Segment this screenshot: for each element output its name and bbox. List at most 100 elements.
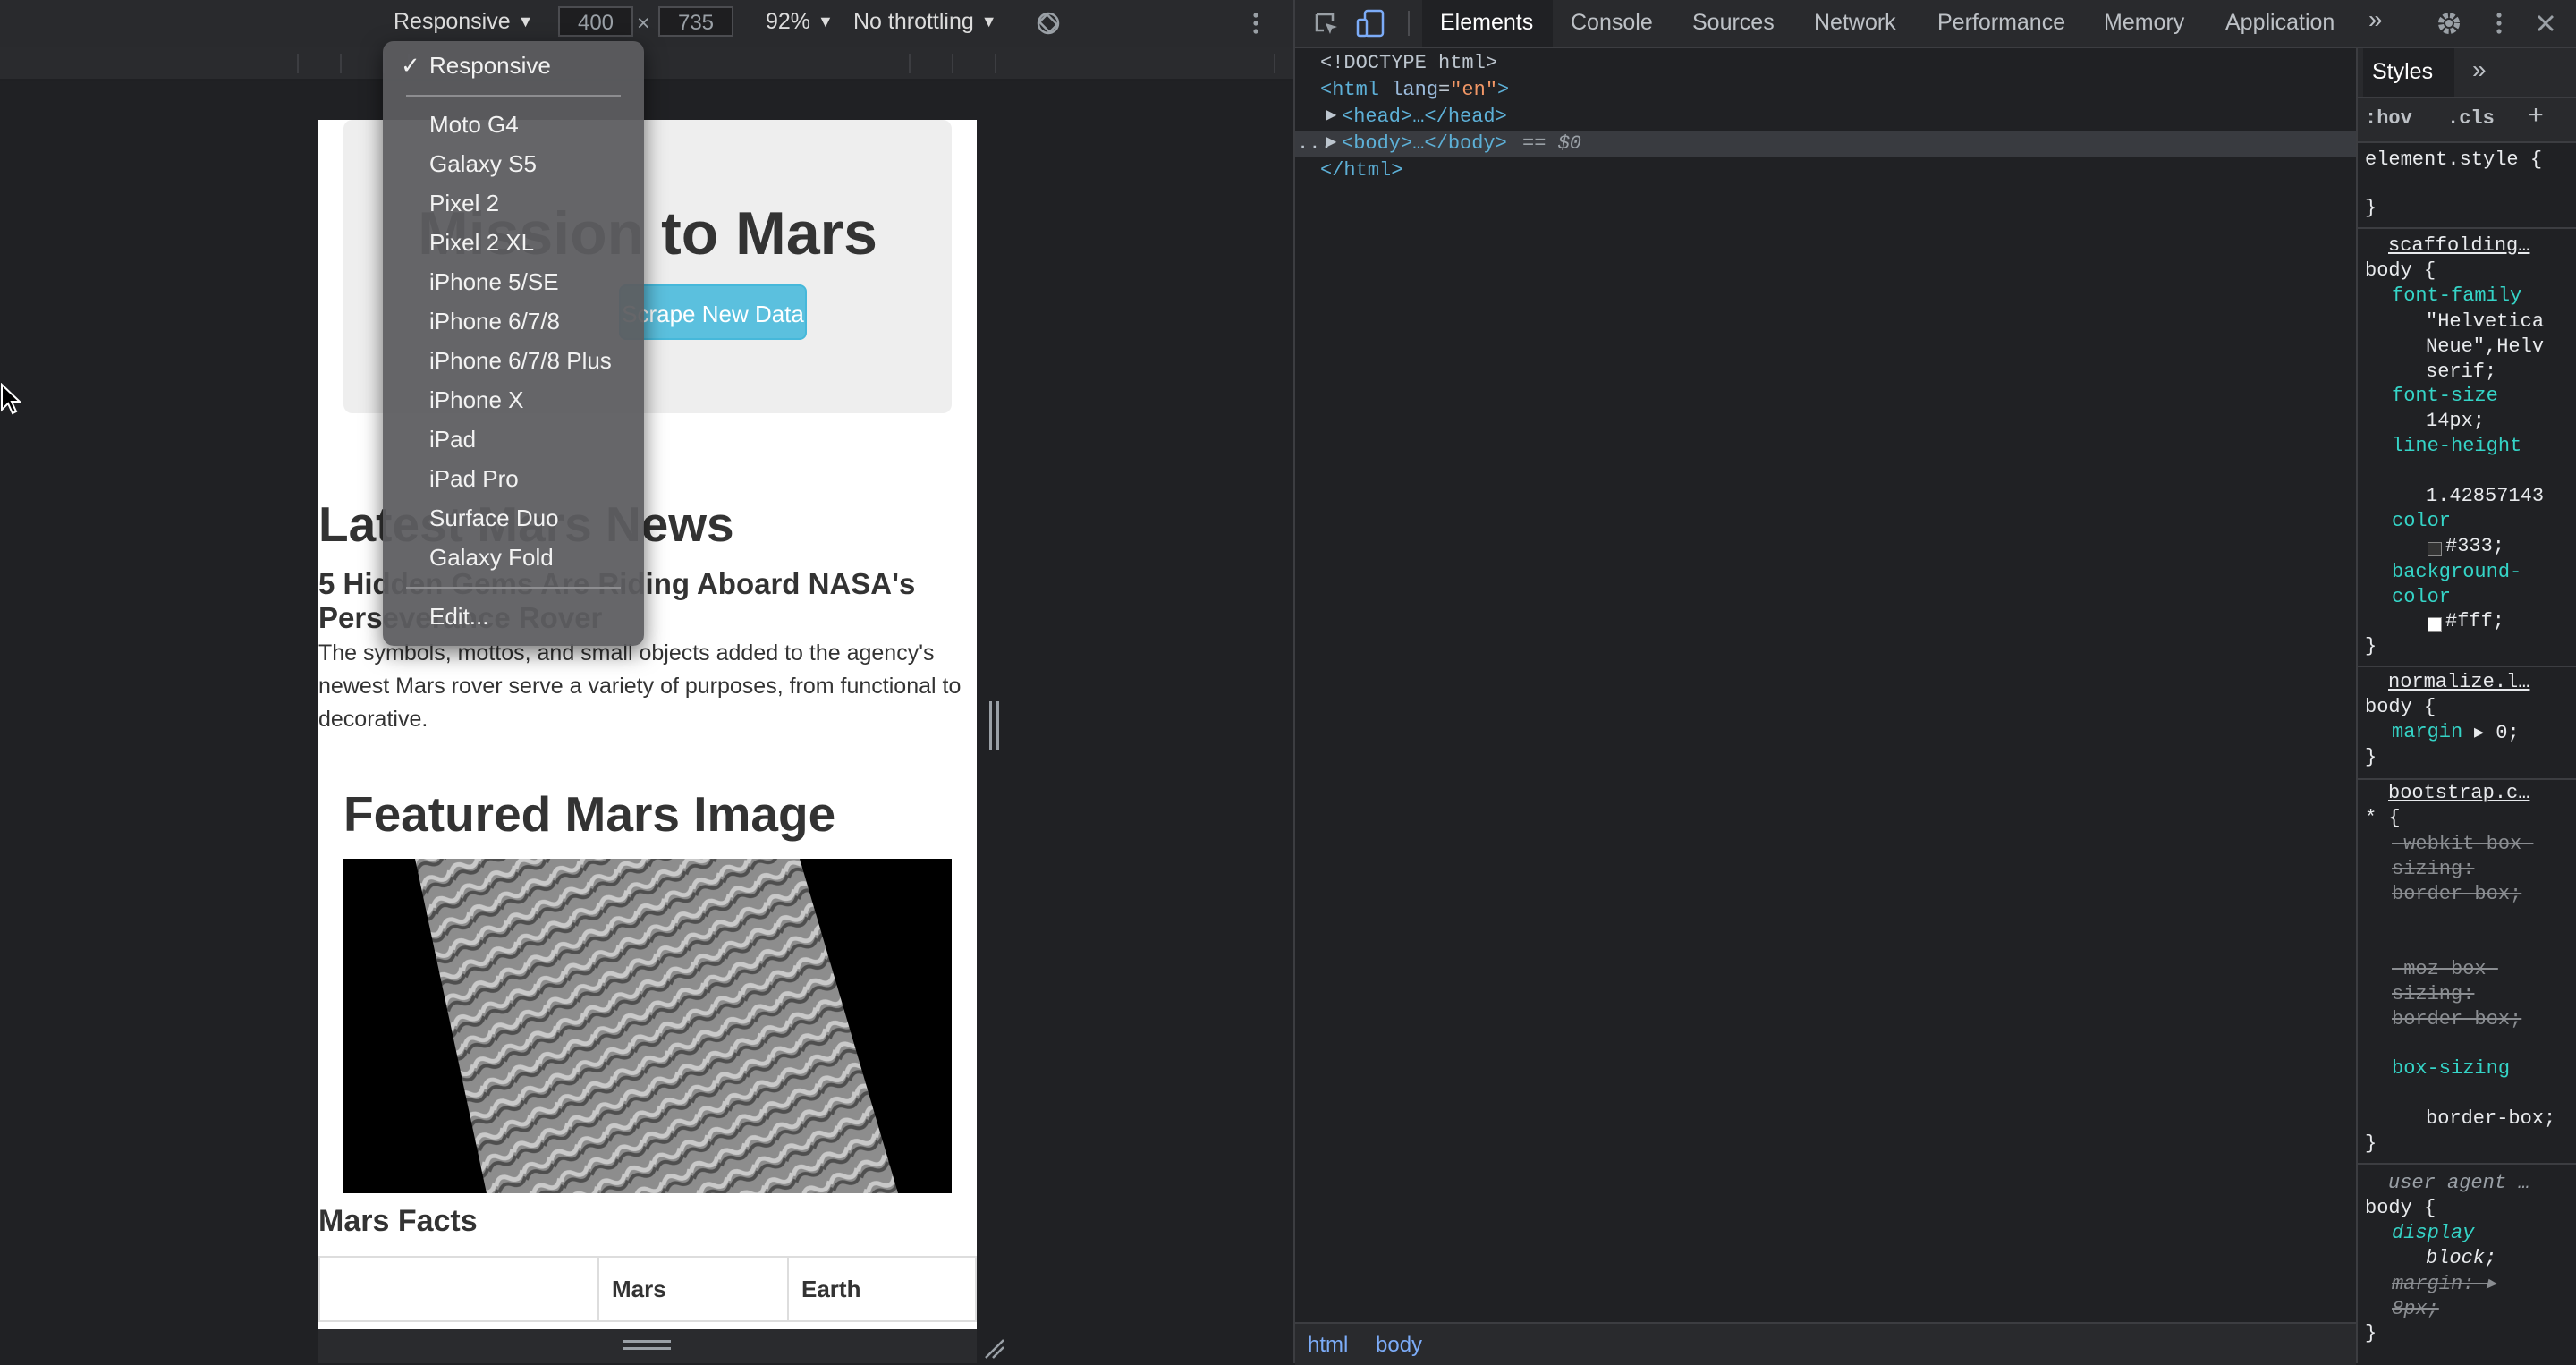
menu-item-ipad-pro[interactable]: iPad Pro [429, 465, 519, 493]
dom-tree: <!DOCTYPE html> <html lang="en"> ▶ <head… [1295, 48, 2356, 1322]
caret-down-icon: ▼ [980, 13, 997, 30]
ruler-segment[interactable] [340, 54, 385, 73]
more-tabs-button[interactable]: » [2368, 5, 2383, 34]
color-swatch[interactable] [2428, 542, 2442, 556]
menu-item-galaxy-s5[interactable]: Galaxy S5 [429, 150, 537, 178]
css-property[interactable]: line-height [2392, 435, 2521, 457]
zoom-select[interactable]: 92% ▼ [766, 9, 834, 35]
height-input[interactable]: 735 [658, 6, 733, 37]
ruler-segment[interactable] [952, 54, 996, 73]
width-input[interactable]: 400 [558, 6, 633, 37]
ruler-segment[interactable] [18, 54, 299, 73]
mouse-cursor-icon [0, 383, 21, 415]
table-row: Mars Earth [318, 1256, 977, 1322]
css-property[interactable]: color [2392, 510, 2451, 532]
more-vertical-icon[interactable] [1250, 11, 1261, 36]
featured-mars-image [343, 859, 952, 1193]
css-property[interactable]: font-family [2392, 284, 2521, 307]
css-property[interactable]: font-size [2392, 385, 2498, 407]
throttle-label: No throttling [853, 9, 974, 34]
tab-elements[interactable]: Elements [1440, 10, 1533, 36]
color-swatch[interactable] [2428, 617, 2442, 632]
media-query-ruler[interactable] [0, 47, 1293, 81]
css-property-overridden[interactable]: -moz-box-sizing: border-box; [2392, 957, 2535, 1032]
css-value[interactable]: #333; [2445, 535, 2504, 557]
css-property-overridden[interactable]: -webkit-box-sizing: border-box; [2392, 832, 2535, 907]
devtools-panel: Elements Console Sources Network Perform… [1293, 0, 2576, 1365]
rule-selector[interactable]: body { [2365, 1197, 2436, 1219]
rule-source-link[interactable]: normalize.l… [2388, 671, 2529, 693]
menu-item-edit[interactable]: Edit... [429, 603, 488, 631]
dom-html-open[interactable]: <html lang="en"> [1320, 79, 1509, 101]
ruler-segment[interactable] [909, 54, 953, 73]
menu-item-moto-g4[interactable]: Moto G4 [429, 111, 519, 139]
tab-application[interactable]: Application [2225, 10, 2334, 36]
css-property-overridden[interactable]: margin: ▸ 8px; [2392, 1272, 2535, 1322]
tab-styles[interactable]: Styles [2372, 59, 2433, 85]
menu-item-pixel-2-xl[interactable]: Pixel 2 XL [429, 229, 534, 257]
devtools-menu-icon[interactable] [2494, 11, 2504, 36]
tag-close: > [1497, 79, 1510, 101]
caret-down-icon: ▼ [517, 13, 534, 30]
css-value[interactable]: ▸ 0; [2474, 721, 2520, 744]
css-value[interactable]: border-box; [2426, 1107, 2555, 1130]
new-rule-button[interactable]: + [2528, 102, 2544, 132]
scrape-button[interactable]: Scrape New Data [619, 284, 807, 340]
ruler-segment[interactable] [995, 54, 1275, 73]
css-value[interactable]: #fff; [2445, 610, 2504, 632]
styles-more-button[interactable]: » [2472, 55, 2487, 84]
rule-selector[interactable]: body { [2365, 259, 2436, 282]
menu-item-iphone-678[interactable]: iPhone 6/7/8 [429, 308, 560, 335]
menu-item-ipad[interactable]: iPad [429, 426, 476, 454]
cls-button[interactable]: .cls [2447, 107, 2495, 130]
menu-item-pixel-2[interactable]: Pixel 2 [429, 190, 499, 217]
resize-corner-icon[interactable] [982, 1336, 1005, 1360]
menu-item-iphone-678-plus[interactable]: iPhone 6/7/8 Plus [429, 347, 612, 375]
menu-item-responsive[interactable]: Responsive [429, 52, 551, 80]
tab-network[interactable]: Network [1814, 10, 1896, 36]
css-value[interactable]: 14px; [2426, 410, 2485, 432]
device-select[interactable]: Responsive ▼ [394, 9, 533, 35]
css-property[interactable]: margin [2392, 721, 2462, 743]
resize-handle-bottom[interactable] [623, 1340, 671, 1343]
hov-button[interactable]: :hov [2365, 107, 2412, 130]
css-value[interactable]: 1.42857143 [2426, 485, 2544, 507]
menu-item-iphone-5-se[interactable]: iPhone 5/SE [429, 268, 559, 296]
rule-separator [2358, 778, 2576, 780]
dom-html-close[interactable]: </html> [1320, 159, 1402, 182]
rule-separator [2358, 227, 2576, 229]
css-value[interactable]: "Helvetica Neue",Helv serif; [2426, 309, 2576, 385]
dom-head[interactable]: <head>…</head> [1342, 106, 1507, 128]
menu-item-surface-duo[interactable]: Surface Duo [429, 504, 559, 532]
close-icon[interactable] [2535, 13, 2556, 34]
css-property[interactable]: box-sizing [2392, 1057, 2510, 1080]
tab-sources[interactable]: Sources [1692, 10, 1775, 36]
rule-selector[interactable]: body { [2365, 696, 2436, 718]
rule-source-link[interactable]: scaffolding… [2388, 234, 2529, 257]
rule-selector[interactable]: * { [2365, 807, 2401, 829]
breadcrumb-body[interactable]: body [1376, 1333, 1422, 1358]
table-header-cell: Earth [787, 1256, 977, 1322]
css-value[interactable]: block; [2426, 1247, 2496, 1269]
dom-body[interactable]: <body>…</body> [1342, 132, 1507, 155]
element-style-selector[interactable]: element.style { [2365, 148, 2542, 171]
throttle-select[interactable]: No throttling ▼ [853, 9, 997, 35]
resize-handle-right[interactable] [989, 701, 1000, 750]
menu-item-galaxy-fold[interactable]: Galaxy Fold [429, 544, 554, 572]
expand-triangle-icon[interactable]: ▶ [1326, 106, 1336, 123]
inspect-element-icon[interactable] [1313, 11, 1340, 38]
expand-triangle-icon[interactable]: ▶ [1326, 132, 1336, 150]
breadcrumb-html[interactable]: html [1308, 1333, 1348, 1358]
css-property[interactable]: background-color [2392, 560, 2571, 610]
ruler-segment[interactable] [297, 54, 342, 73]
rotate-icon[interactable] [1036, 11, 1061, 36]
rule-source-link[interactable]: bootstrap.c… [2388, 782, 2529, 804]
tab-console[interactable]: Console [1571, 10, 1653, 36]
dom-doctype[interactable]: <!DOCTYPE html> [1320, 52, 1497, 74]
css-property[interactable]: display [2392, 1222, 2474, 1244]
device-toolbar-toggle-icon[interactable] [1356, 9, 1386, 38]
tab-performance[interactable]: Performance [1937, 10, 2065, 36]
tab-memory[interactable]: Memory [2104, 10, 2184, 36]
settings-gear-icon[interactable] [2435, 9, 2463, 38]
menu-item-iphone-x[interactable]: iPhone X [429, 386, 524, 414]
